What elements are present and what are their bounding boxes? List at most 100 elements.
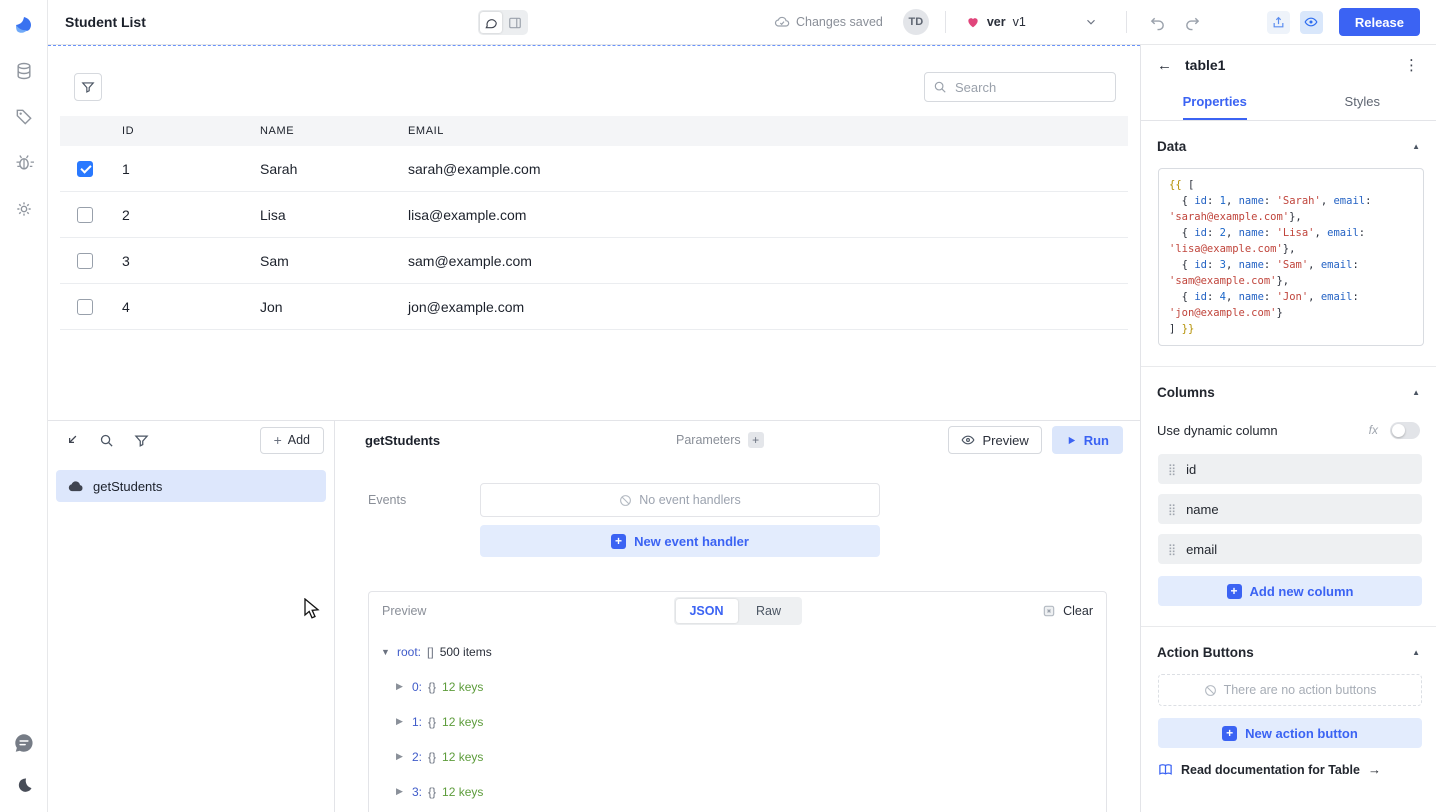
resources-icon[interactable] [14,61,34,81]
fx-icon[interactable]: fx [1369,423,1378,437]
dynamic-column-toggle[interactable] [1390,422,1420,439]
tab-raw[interactable]: Raw [738,599,800,623]
caret-collapsed-icon[interactable]: ▶ [396,716,406,727]
row-checkbox[interactable] [77,161,93,177]
plus-icon: + [1227,584,1242,599]
cell-name: Lisa [260,207,408,223]
tab-styles[interactable]: Styles [1289,85,1436,120]
cell-email: jon@example.com [408,299,1128,315]
tree-type: {} [428,750,436,764]
column-item-id[interactable]: ⣿ id [1158,454,1422,484]
undo-icon[interactable] [1149,14,1166,31]
drag-handle-icon[interactable]: ⣿ [1168,503,1176,516]
query-preview-button[interactable]: Preview [948,426,1041,454]
column-header-name[interactable]: NAME [260,125,408,137]
tree-count: 12 keys [442,785,483,799]
preview-app-button[interactable] [1300,11,1323,34]
json-tree-item-row[interactable]: ▶ 1: {} 12 keys [369,704,1106,739]
search-queries-icon[interactable] [99,433,114,448]
comments-toggle-button[interactable] [480,12,502,33]
read-documentation-label: Read documentation for Table [1181,763,1360,777]
new-event-handler-button[interactable]: + New event handler [480,525,880,557]
filter-queries-icon[interactable] [134,433,149,448]
tree-key: 0: [412,680,422,694]
settings-gear-icon[interactable] [14,199,34,219]
json-tree-item-row[interactable]: ▶ 0: {} 12 keys [369,669,1106,704]
cell-email: sarah@example.com [408,161,1128,177]
cell-name: Jon [260,299,408,315]
column-item-email[interactable]: ⣿ email [1158,534,1422,564]
json-tree-item-row[interactable]: ▶ 3: {} 12 keys [369,774,1106,809]
app-logo-icon[interactable] [12,11,36,35]
search-input[interactable] [924,72,1116,102]
divider [945,11,946,33]
share-button[interactable] [1267,11,1290,34]
tab-properties[interactable]: Properties [1141,85,1289,120]
table-header-row: ID NAME EMAIL [60,116,1128,146]
tab-json[interactable]: JSON [676,599,738,623]
panel-layout-toggle-button[interactable] [504,12,526,33]
clear-icon [1042,604,1056,618]
table-search [924,72,1116,102]
user-avatar[interactable]: TD [903,9,929,35]
collapse-section-icon[interactable]: ▲ [1412,388,1420,397]
new-action-button[interactable]: + New action button [1158,718,1422,748]
collapse-section-icon[interactable]: ▲ [1412,142,1420,151]
column-header-id[interactable]: ID [110,125,260,137]
redo-icon[interactable] [1184,14,1201,31]
share-icon [1272,16,1285,29]
clear-response-button[interactable]: Clear [1042,604,1093,618]
query-run-button[interactable]: Run [1052,426,1123,454]
column-item-name[interactable]: ⣿ name [1158,494,1422,524]
cell-id: 1 [110,161,260,177]
column-header-email[interactable]: EMAIL [408,125,1128,137]
version-selector[interactable]: ver v1 [966,15,1026,29]
query-preview-label: Preview [982,433,1028,448]
kebab-menu-icon[interactable]: ⋮ [1404,56,1420,74]
cell-email: sam@example.com [408,253,1128,269]
clear-label: Clear [1063,604,1093,618]
drag-handle-icon[interactable]: ⣿ [1168,543,1176,556]
query-list: + Add getStudents [48,421,335,812]
read-documentation-link[interactable]: Read documentation for Table → [1158,762,1422,777]
table-row[interactable]: 4 Jon jon@example.com [60,284,1128,330]
data-code[interactable]: {{ [ { id: 1, name: 'Sarah', email: 'sar… [1158,168,1424,346]
chat-bubble-icon[interactable] [13,732,35,754]
table-row[interactable]: 2 Lisa lisa@example.com [60,192,1128,238]
funnel-icon [81,80,95,94]
tree-count: 12 keys [442,680,483,694]
table-row[interactable]: 3 Sam sam@example.com [60,238,1128,284]
caret-collapsed-icon[interactable]: ▶ [396,786,406,797]
json-tree-root-row[interactable]: ▼ root: [] 500 items [369,635,1106,669]
topbar: Student List Changes saved TD [48,0,1436,45]
caret-collapsed-icon[interactable]: ▶ [396,681,406,692]
add-query-button[interactable]: + Add [260,427,324,454]
row-checkbox[interactable] [77,253,93,269]
drag-handle-icon[interactable]: ⣿ [1168,463,1176,476]
row-checkbox[interactable] [77,207,93,223]
cell-email: lisa@example.com [408,207,1128,223]
collapse-section-icon[interactable]: ▲ [1412,648,1420,657]
tag-icon[interactable] [14,107,34,127]
dark-mode-moon-icon[interactable] [14,776,34,796]
table-row[interactable]: 1 Sarah sarah@example.com [60,146,1128,192]
empty-action-buttons-text: There are no action buttons [1224,683,1377,697]
bug-icon[interactable] [14,153,34,173]
row-checkbox[interactable] [77,299,93,315]
add-parameter-icon[interactable]: + [748,432,764,448]
add-new-column-button[interactable]: + Add new column [1158,576,1422,606]
release-button[interactable]: Release [1339,8,1420,36]
table-filter-button[interactable] [74,73,102,101]
parameters-control[interactable]: Parameters + [676,432,764,448]
query-list-item-getstudents[interactable]: getStudents [56,470,326,502]
column-item-label: name [1186,502,1219,517]
back-arrow-icon[interactable]: ← [1157,57,1172,74]
caret-expanded-icon[interactable]: ▼ [381,647,391,657]
json-tree-item-row[interactable]: ▶ 2: {} 12 keys [369,739,1106,774]
canvas-mode-toggle [478,10,528,35]
cursor-icon[interactable] [64,433,79,448]
caret-collapsed-icon[interactable]: ▶ [396,751,406,762]
book-icon [1158,762,1173,777]
chevron-down-icon[interactable] [1084,15,1098,29]
arrow-right-icon: → [1368,762,1381,777]
